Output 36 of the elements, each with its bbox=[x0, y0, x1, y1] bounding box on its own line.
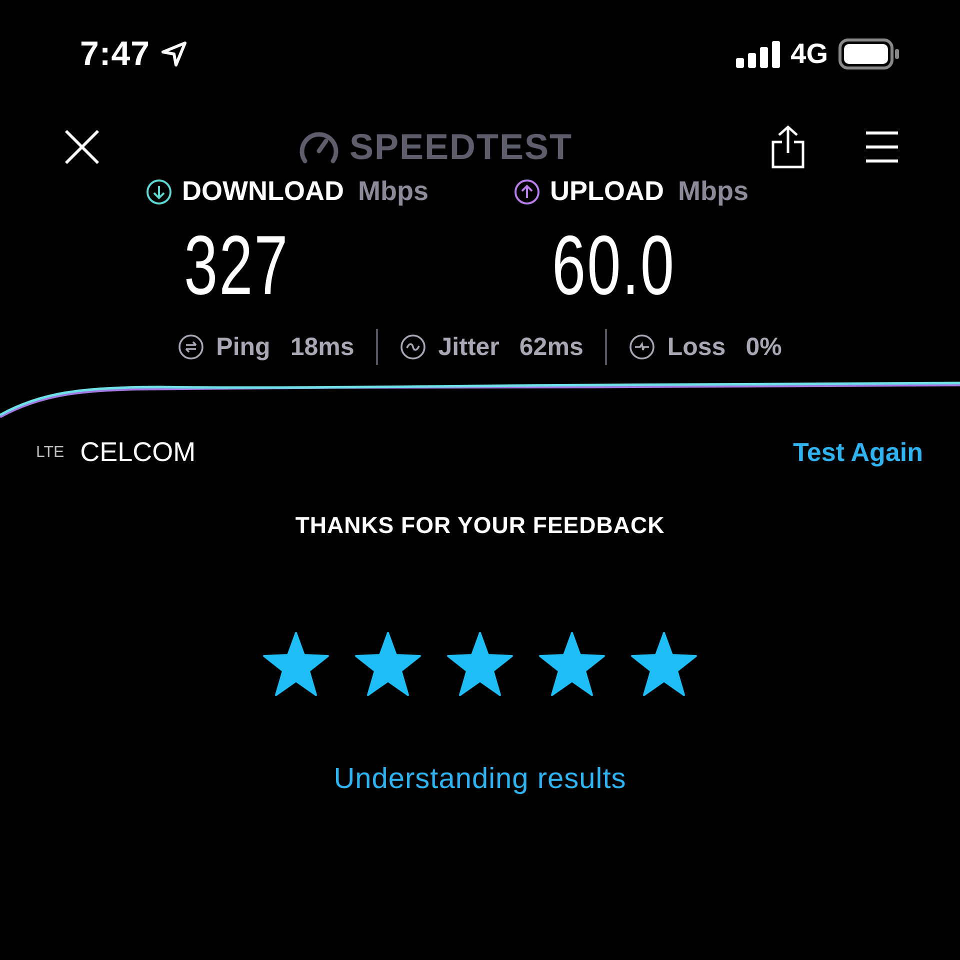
menu-icon[interactable] bbox=[864, 129, 900, 165]
unit-label: Mbps bbox=[358, 176, 428, 207]
speed-value: 327 bbox=[184, 223, 290, 307]
metric-label: Ping bbox=[216, 332, 270, 362]
metric-value: 18ms bbox=[290, 332, 354, 362]
gauge-icon bbox=[299, 129, 340, 165]
clock-time: 7:47 bbox=[80, 34, 150, 74]
unit-label: Mbps bbox=[678, 176, 748, 207]
ping-icon bbox=[178, 334, 204, 360]
star-icon[interactable] bbox=[446, 631, 514, 697]
star-icon[interactable] bbox=[354, 631, 422, 697]
metric-value: 62ms bbox=[519, 332, 584, 362]
network-type: 4G bbox=[790, 38, 828, 70]
metric-label: Loss bbox=[667, 332, 726, 362]
share-icon[interactable] bbox=[770, 125, 806, 169]
signal-icon bbox=[734, 40, 781, 68]
result-label: UPLOAD bbox=[550, 176, 664, 207]
metric-value: 0% bbox=[746, 332, 782, 362]
understanding-results-link[interactable]: Understanding results bbox=[334, 763, 626, 796]
result-label: DOWNLOAD bbox=[182, 176, 344, 207]
battery-icon bbox=[838, 38, 900, 70]
feedback-title: THANKS FOR YOUR FEEDBACK bbox=[295, 512, 665, 539]
metric-label: Jitter bbox=[438, 332, 500, 362]
loss-icon bbox=[629, 334, 656, 360]
network-type: LTE bbox=[36, 444, 64, 462]
star-icon[interactable] bbox=[630, 631, 698, 697]
star-icon[interactable] bbox=[262, 631, 330, 697]
carrier-name: CELCOM bbox=[80, 437, 196, 468]
speed-value: 60.0 bbox=[552, 223, 676, 307]
star-rating[interactable] bbox=[262, 631, 698, 697]
location-arrow-icon bbox=[160, 40, 188, 68]
close-icon[interactable] bbox=[62, 127, 102, 167]
app-logo-text: SPEEDTEST bbox=[349, 126, 573, 168]
star-icon[interactable] bbox=[538, 631, 606, 697]
test-again-button[interactable]: Test Again bbox=[792, 437, 923, 468]
jitter-icon bbox=[400, 334, 426, 360]
